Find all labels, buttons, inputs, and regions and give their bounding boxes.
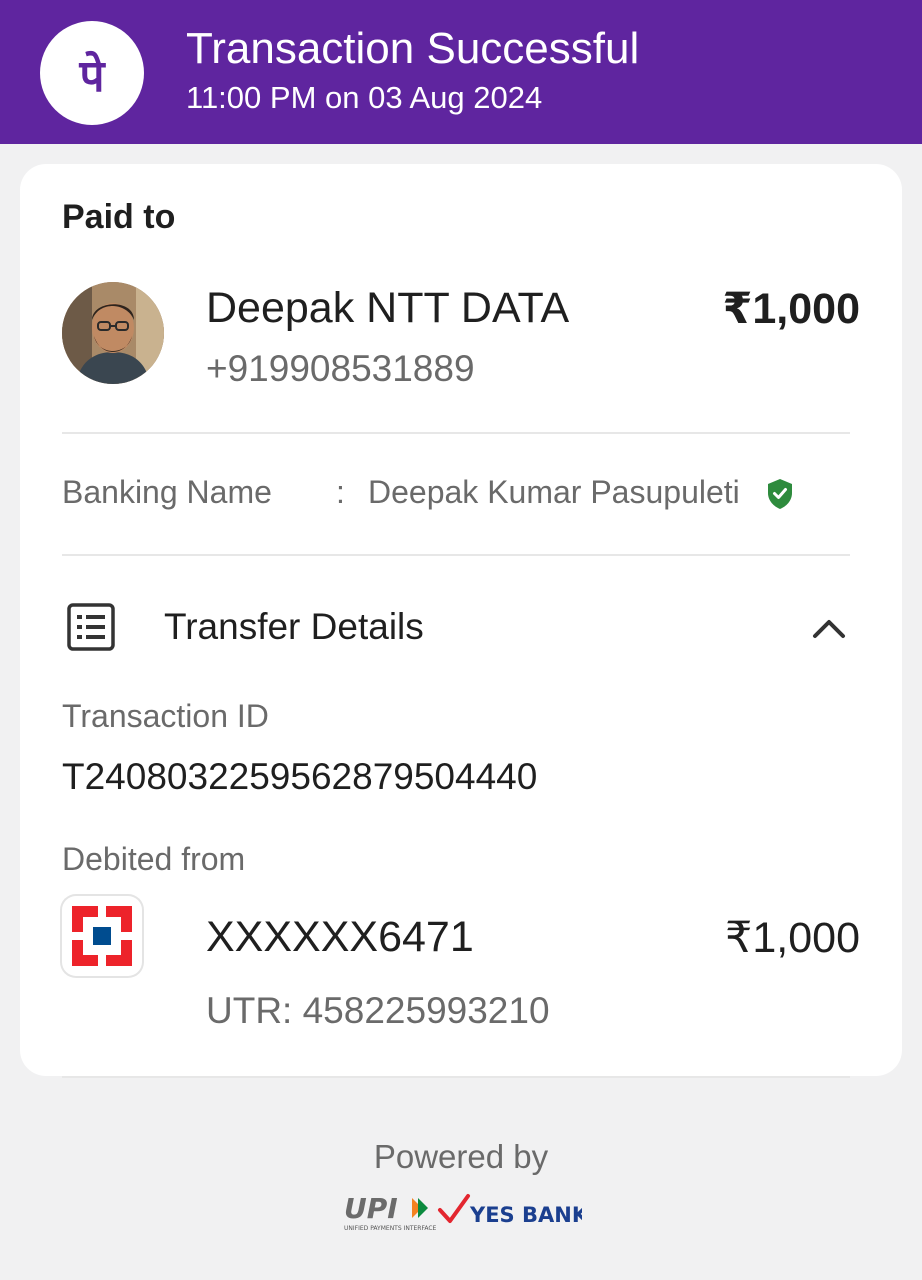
transaction-id-label: Transaction ID <box>62 698 269 734</box>
debit-account-number: XXXXXX6471 <box>206 913 474 961</box>
payee-phone: +919908531889 <box>206 348 475 389</box>
transaction-datetime: 11:00 PM on 03 Aug 2024 <box>186 80 543 115</box>
yes-bank-logo: YES BANK <box>438 1194 589 1227</box>
payee-amount: ₹1,000 <box>722 285 860 333</box>
transaction-id-value[interactable]: T2408032259562879504440 <box>62 756 537 798</box>
powered-by-label: Powered by <box>373 1138 549 1175</box>
verified-shield-icon <box>766 478 794 510</box>
receipt-list-icon <box>66 602 116 652</box>
paid-to-label: Paid to <box>62 198 176 236</box>
divider <box>62 554 850 556</box>
phonepe-logo: पे <box>40 21 144 125</box>
svg-text:YES BANK: YES BANK <box>469 1203 582 1227</box>
footer-logos: UPI UNIFIED PAYMENTS INTERFACE YES BANK <box>342 1190 589 1234</box>
utr-number: UTR: 458225993210 <box>206 990 550 1031</box>
svg-text:UPI: UPI <box>344 1192 398 1225</box>
debit-amount: ₹1,000 <box>725 914 860 962</box>
hdfc-bank-logo <box>62 896 142 976</box>
payee-avatar <box>62 282 164 384</box>
upi-logo: UPI UNIFIED PAYMENTS INTERFACE <box>344 1192 437 1232</box>
banking-name-label: Banking Name <box>62 474 272 510</box>
divider <box>62 1076 850 1078</box>
chevron-up-icon[interactable] <box>808 608 850 650</box>
payee-name: Deepak NTT DATA <box>206 284 570 332</box>
banking-name-value: Deepak Kumar Pasupuleti <box>368 474 740 510</box>
debited-from-label: Debited from <box>62 841 246 877</box>
divider <box>62 432 850 434</box>
header-bar: पे Transaction Successful 11:00 PM on 03… <box>0 0 922 144</box>
transfer-details-title: Transfer Details <box>164 606 424 647</box>
transaction-card: Paid to Deepak NTT DATA +919908531889 ₹1… <box>20 164 902 1076</box>
banking-name-separator: : <box>336 474 345 510</box>
transaction-status-title: Transaction Successful <box>186 24 640 73</box>
logo-glyph: पे <box>79 50 107 102</box>
svg-text:UNIFIED PAYMENTS INTERFACE: UNIFIED PAYMENTS INTERFACE <box>344 1225 437 1232</box>
